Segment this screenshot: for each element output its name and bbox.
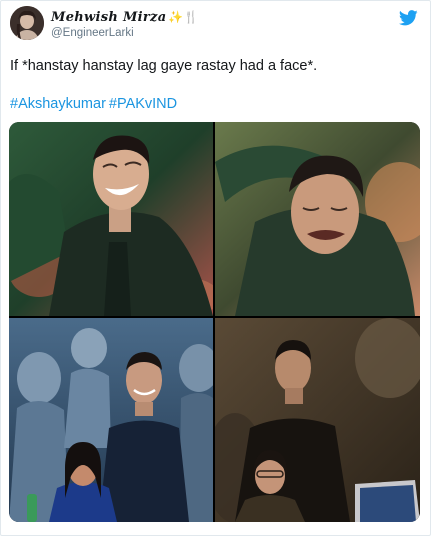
photo-stadium-serious[interactable] <box>215 318 420 522</box>
author-block: Mehwish Mirza ✨🍴 @EngineerLarki <box>51 9 199 41</box>
avatar-image <box>10 6 44 40</box>
tweet-text: If *hanstay hanstay lag gaye rastay had … <box>10 58 318 74</box>
twitter-bird-icon[interactable] <box>398 10 418 26</box>
tweet-card: Mehwish Mirza ✨🍴 @EngineerLarki If *hanst… <box>0 0 431 536</box>
avatar[interactable] <box>10 6 44 40</box>
author-display-name[interactable]: Mehwish Mirza ✨🍴 <box>51 9 199 26</box>
media-grid <box>9 122 420 522</box>
hashtag-akshaykumar[interactable]: #Akshaykumar <box>10 96 106 112</box>
author-handle[interactable]: @EngineerLarki <box>51 26 199 41</box>
photo-laughing-green-jacket[interactable] <box>9 122 213 316</box>
hashtag-pakvind[interactable]: #PAKvIND <box>109 96 177 112</box>
photo-stadium-smiling[interactable] <box>9 318 213 522</box>
hashtag-line: #Akshaykumar #PAKvIND <box>10 95 180 114</box>
photo-crying-green-jacket[interactable] <box>215 122 420 316</box>
sparkle-fork-emoji: ✨🍴 <box>168 10 199 24</box>
